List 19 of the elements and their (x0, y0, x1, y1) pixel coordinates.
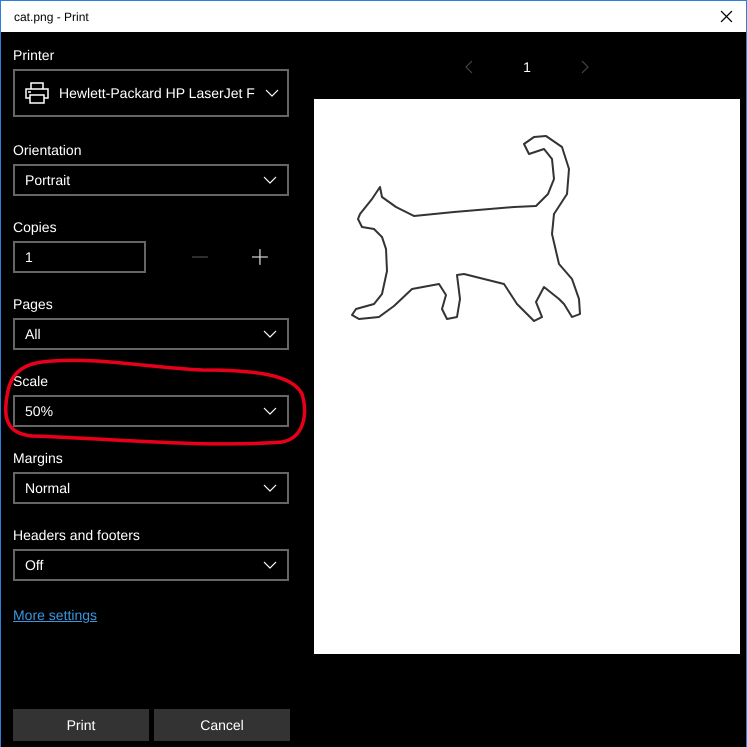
copies-input[interactable]: 1 (13, 241, 146, 273)
dialog-button[interactable]: Cancel (154, 709, 290, 741)
window-title: cat.png - Print (14, 10, 89, 24)
dropdown[interactable]: Portrait (13, 164, 289, 196)
dropdown[interactable]: Off (13, 549, 289, 581)
setting-label: Copies (13, 218, 58, 236)
setting-label: Pages (13, 295, 54, 313)
setting-label: Printer (13, 46, 56, 64)
more-settings-link[interactable]: More settings (13, 607, 98, 623)
setting-label: Orientation (13, 141, 82, 159)
dropdown[interactable]: 50% (13, 395, 289, 427)
printer-dropdown[interactable]: Hewlett-Packard HP LaserJet F (13, 69, 289, 117)
dropdown[interactable]: Normal (13, 472, 289, 504)
setting-label: Margins (13, 449, 64, 467)
dialog-button[interactable]: Print (13, 709, 149, 741)
dropdown[interactable]: All (13, 318, 289, 350)
page-number: 1 (523, 58, 531, 74)
setting-label: Headers and footers (13, 526, 141, 544)
setting-label: Scale (13, 372, 50, 390)
